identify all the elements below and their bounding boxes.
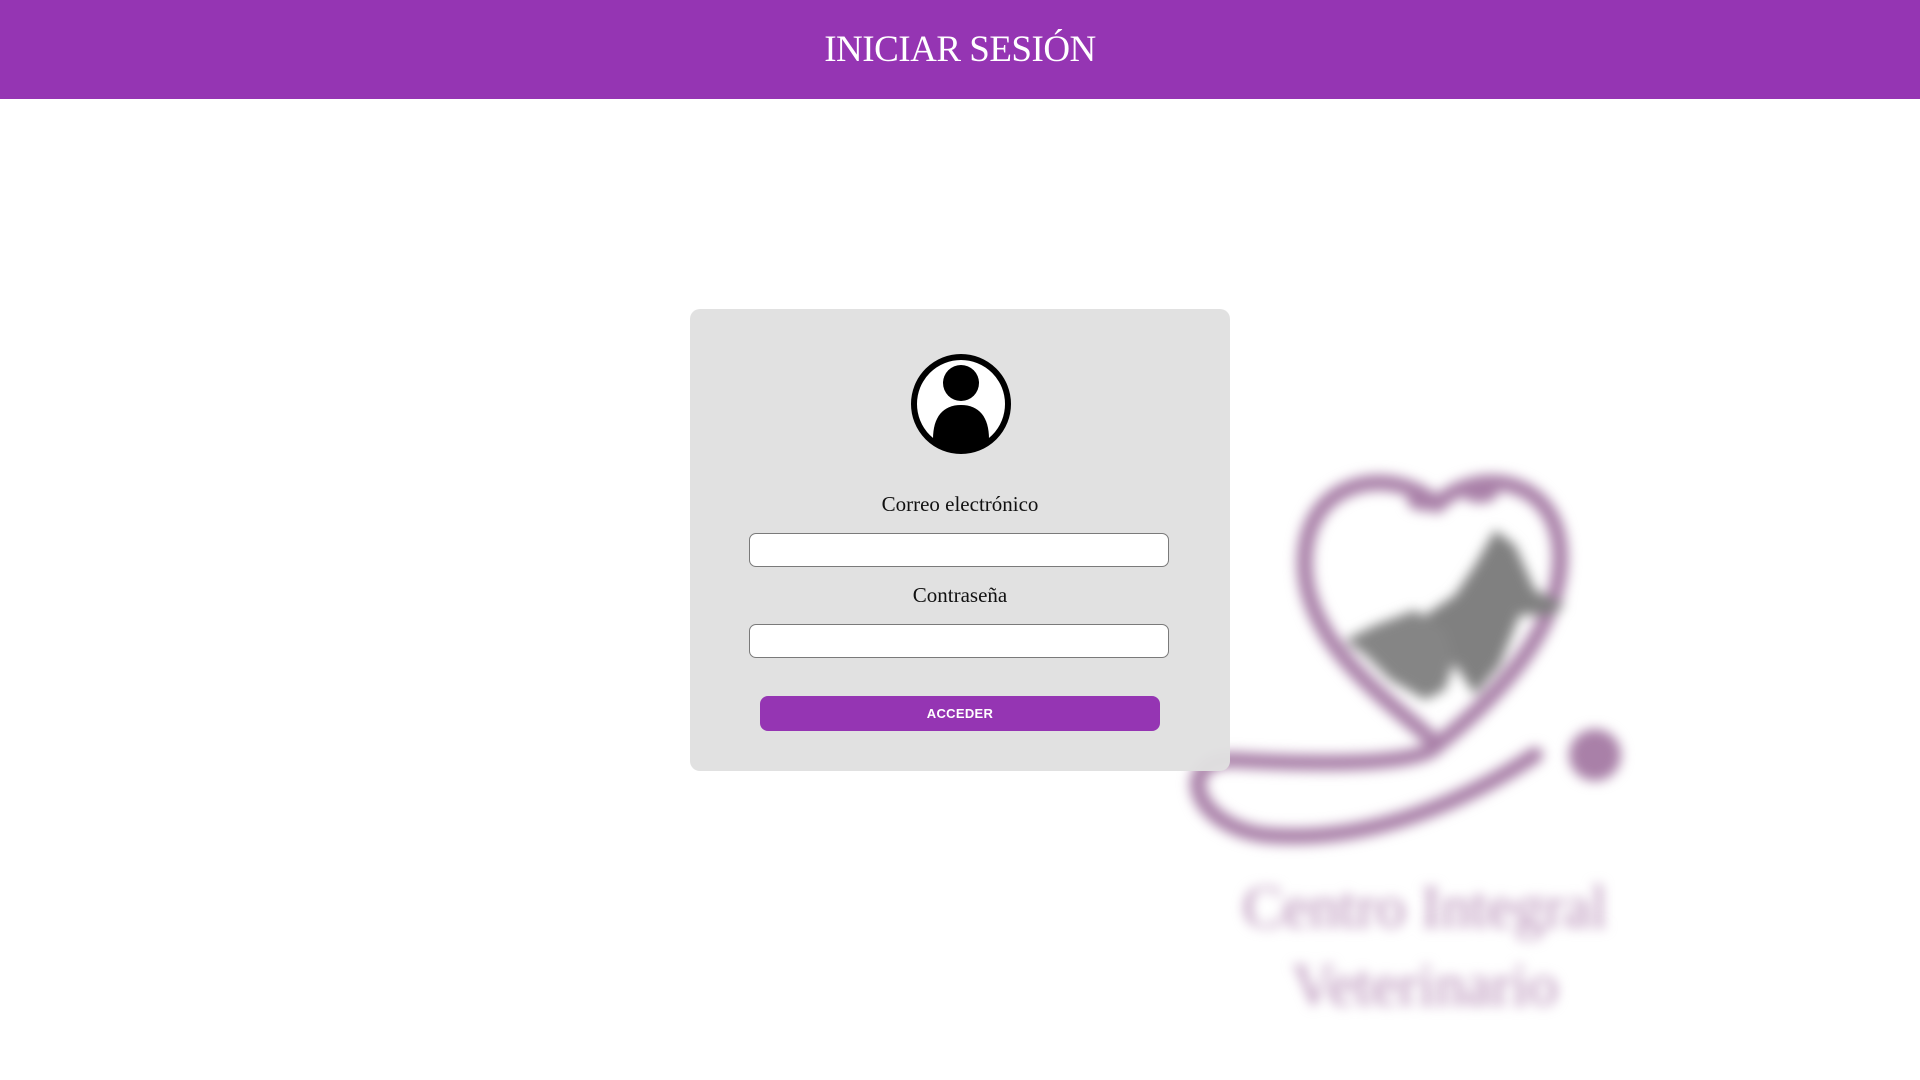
watermark-line-2: Veterinario xyxy=(1291,952,1559,1018)
clinic-logo-watermark: Centro Integral Veterinario xyxy=(1175,465,1675,1025)
login-card: Correo electrónico Contraseña ACCEDER xyxy=(690,309,1230,771)
watermark-line-1: Centro Integral xyxy=(1242,874,1608,940)
user-circle-icon xyxy=(911,354,1011,454)
password-field[interactable] xyxy=(749,624,1169,658)
login-button[interactable]: ACCEDER xyxy=(760,696,1160,731)
email-field[interactable] xyxy=(749,533,1169,567)
email-label: Correo electrónico xyxy=(881,492,1039,516)
top-bar: INICIAR SESIÓN xyxy=(0,0,1920,99)
heart-stethoscope-logo-icon xyxy=(1190,474,1621,845)
password-label: Contraseña xyxy=(912,583,1008,607)
page-title: INICIAR SESIÓN xyxy=(824,29,1096,70)
